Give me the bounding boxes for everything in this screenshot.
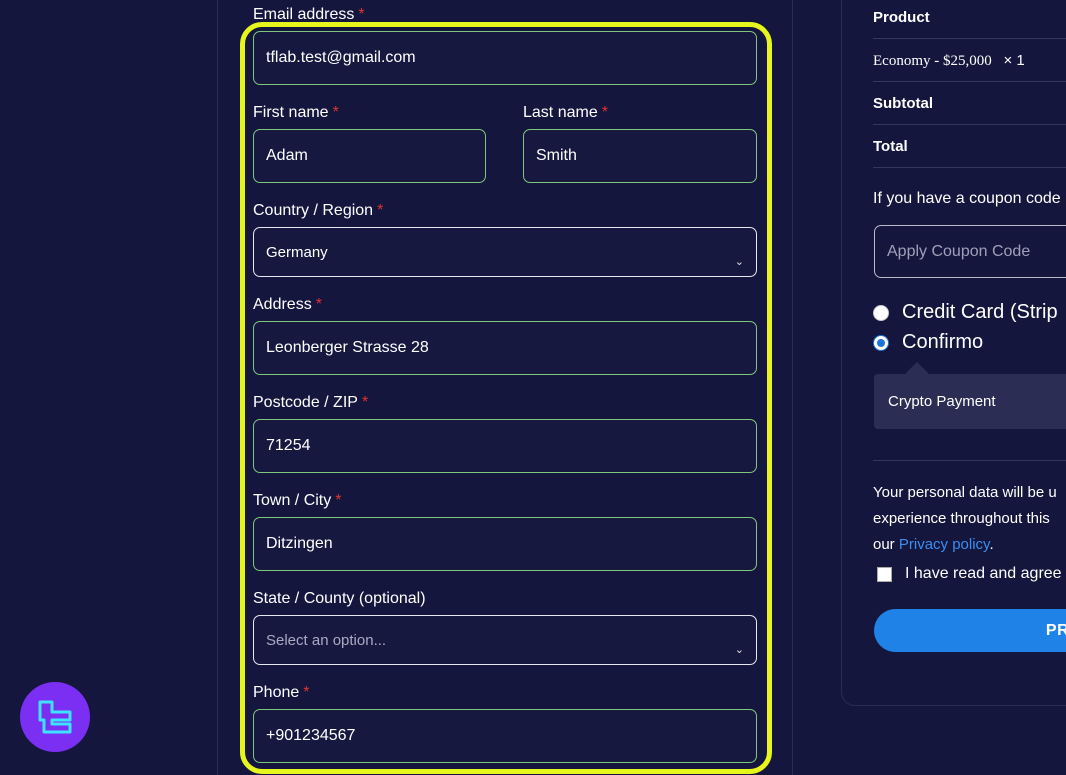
address-field[interactable]: Leonberger Strasse 28	[253, 321, 757, 375]
last-name-field[interactable]: Smith	[523, 129, 757, 183]
radio-button[interactable]	[873, 304, 889, 321]
crypto-payment-box: Crypto Payment	[874, 374, 1066, 429]
first-name-value: Adam	[266, 147, 308, 164]
total-label: Total	[873, 138, 908, 155]
phone-value: +901234567	[266, 727, 356, 744]
terms-agreement[interactable]: I have read and agree	[877, 565, 1062, 583]
proceed-button[interactable]: PRO	[874, 609, 1066, 652]
payment-option-credit-card[interactable]: Credit Card (Strip	[873, 301, 1058, 324]
privacy-policy-link[interactable]: Privacy policy	[899, 536, 990, 553]
proceed-label: PRO	[1045, 621, 1066, 639]
chevron-down-icon: ⌄	[734, 644, 744, 656]
required-mark: *	[332, 104, 339, 121]
email-label: Email address *	[253, 6, 365, 24]
phone-field[interactable]: +901234567	[253, 709, 757, 763]
last-name-value: Smith	[536, 147, 577, 164]
tf-logo-glyph	[38, 700, 72, 734]
state-label: State / County (optional)	[253, 590, 426, 608]
state-select[interactable]: Select an option... ⌄	[253, 615, 757, 665]
privacy-line: Your personal data will be u	[873, 484, 1057, 501]
postcode-label: Postcode / ZIP *	[253, 394, 368, 412]
first-name-label-text: First name	[253, 104, 329, 121]
city-label: Town / City *	[253, 492, 341, 510]
privacy-line: experience throughout this	[873, 510, 1050, 527]
required-mark: *	[358, 6, 365, 23]
first-name-field[interactable]: Adam	[253, 129, 486, 183]
radio-button-selected[interactable]	[873, 334, 889, 351]
email-label-text: Email address	[253, 6, 355, 23]
last-name-label-text: Last name	[523, 104, 598, 121]
summary-divider	[873, 38, 1066, 39]
crypto-box-notch	[905, 362, 929, 374]
postcode-field[interactable]: 71254	[253, 419, 757, 473]
product-header: Product	[873, 9, 930, 26]
city-value: Ditzingen	[266, 535, 333, 552]
payment-option-confirmo[interactable]: Confirmo	[873, 331, 983, 354]
phone-label-text: Phone	[253, 684, 300, 701]
product-quantity: × 1	[1003, 52, 1025, 69]
required-mark: *	[601, 104, 608, 121]
payment-option-label: Credit Card (Strip	[902, 301, 1058, 323]
privacy-notice: Your personal data will be u experience …	[873, 480, 1066, 558]
subtotal-label: Subtotal	[873, 95, 933, 112]
summary-divider	[873, 460, 1066, 461]
last-name-label: Last name *	[523, 104, 608, 122]
privacy-period: .	[989, 536, 994, 553]
postcode-label-text: Postcode / ZIP	[253, 394, 358, 411]
crypto-payment-label: Crypto Payment	[888, 393, 996, 410]
terms-checkbox[interactable]	[877, 566, 892, 582]
product-name: Economy - $25,000	[873, 53, 992, 69]
first-name-label: First name *	[253, 104, 339, 122]
state-placeholder: Select an option...	[266, 631, 387, 649]
checkout-page: Email address * tflab.test@gmail.com Firs…	[0, 0, 1066, 775]
state-label-text: State / County (optional)	[253, 590, 426, 607]
required-mark: *	[315, 296, 322, 313]
required-mark: *	[303, 684, 310, 701]
phone-label: Phone *	[253, 684, 310, 702]
address-label: Address *	[253, 296, 322, 314]
country-select[interactable]: Germany ⌄	[253, 227, 757, 277]
summary-divider	[873, 167, 1066, 168]
required-mark: *	[377, 202, 384, 219]
tf-logo-icon	[20, 682, 90, 752]
address-label-text: Address	[253, 296, 312, 313]
city-label-text: Town / City	[253, 492, 332, 509]
terms-label: I have read and agree	[905, 565, 1062, 582]
privacy-line: our Privacy policy.	[873, 532, 1066, 558]
coupon-input[interactable]: Apply Coupon Code	[874, 225, 1066, 278]
product-line: Economy - $25,000 × 1	[873, 52, 1066, 70]
postcode-value: 71254	[266, 437, 311, 454]
summary-divider	[873, 124, 1066, 125]
coupon-placeholder: Apply Coupon Code	[887, 242, 1031, 260]
required-mark: *	[335, 492, 342, 509]
address-value: Leonberger Strasse 28	[266, 339, 429, 356]
email-field[interactable]: tflab.test@gmail.com	[253, 31, 757, 85]
coupon-prompt: If you have a coupon code	[873, 190, 1061, 207]
privacy-prefix: our	[873, 536, 895, 553]
email-value: tflab.test@gmail.com	[266, 49, 416, 66]
payment-option-label: Confirmo	[902, 331, 984, 353]
country-value: Germany	[266, 243, 328, 261]
chevron-down-icon: ⌄	[734, 256, 744, 268]
summary-divider	[873, 81, 1066, 82]
country-label-text: Country / Region	[253, 202, 374, 219]
city-field[interactable]: Ditzingen	[253, 517, 757, 571]
country-label: Country / Region *	[253, 202, 383, 220]
required-mark: *	[361, 394, 369, 411]
